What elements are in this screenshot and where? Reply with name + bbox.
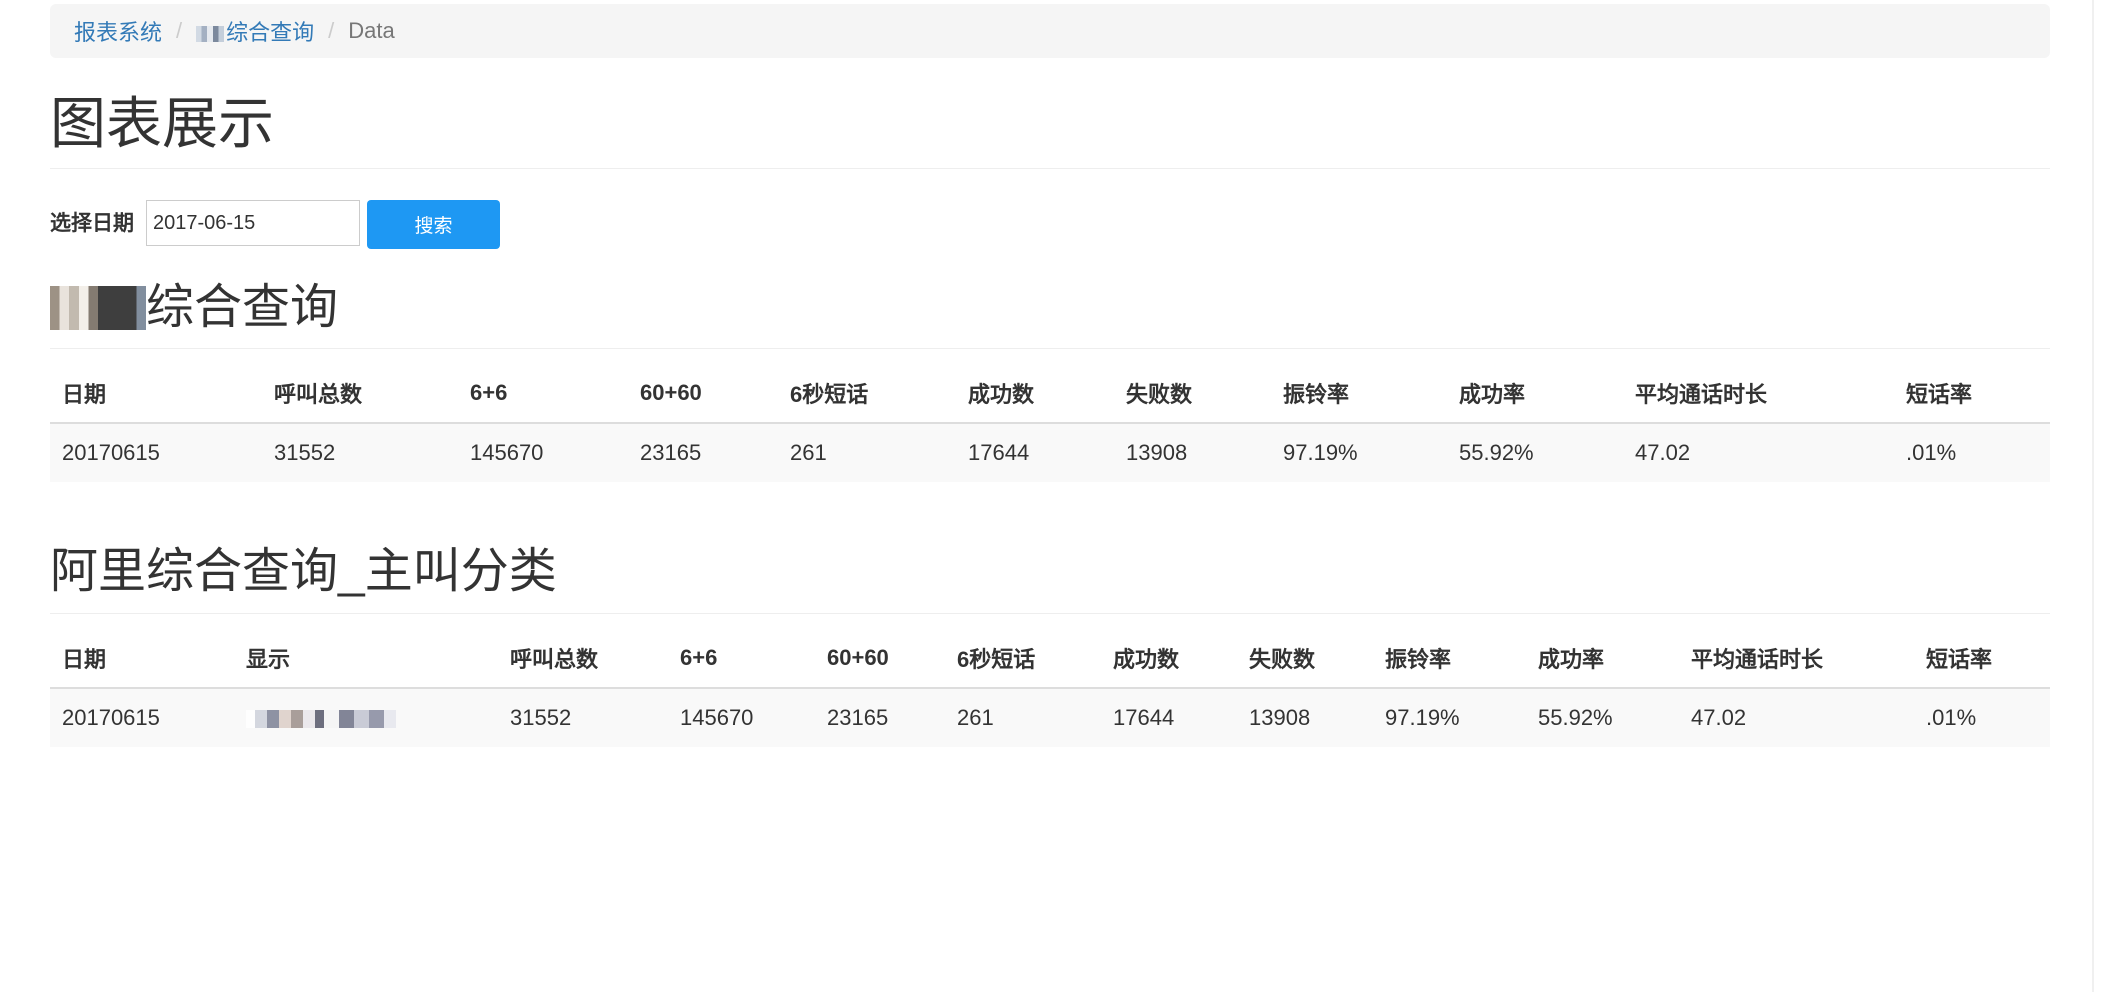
section-divider: [50, 613, 2050, 614]
column-header: 显示: [234, 629, 498, 689]
column-header: 6秒短话: [778, 364, 956, 424]
column-header: 成功率: [1447, 364, 1623, 424]
table-cell: 145670: [458, 423, 628, 482]
page-title: 图表展示: [50, 92, 274, 155]
column-header: 呼叫总数: [498, 629, 668, 689]
breadcrumb-current: Data: [348, 18, 395, 43]
column-header: 失败数: [1114, 364, 1271, 424]
table-cell: 261: [945, 688, 1101, 747]
search-button[interactable]: 搜索: [367, 200, 500, 249]
column-header: 短话率: [1914, 629, 2050, 689]
table-cell: 17644: [956, 423, 1114, 482]
table-cell: .01%: [1914, 688, 2050, 747]
breadcrumb-link-query[interactable]: 综合查询: [196, 15, 314, 47]
column-header: 6秒短话: [945, 629, 1101, 689]
table-row: 20170615 31552 145670 23165 261 17644 13…: [50, 423, 2050, 482]
table-cell: 13908: [1237, 688, 1373, 747]
table-cell: 145670: [668, 688, 815, 747]
breadcrumb-link-query-label: 综合查询: [226, 20, 315, 45]
breadcrumb-link-report-system[interactable]: 报表系统: [74, 15, 162, 47]
column-header: 振铃率: [1271, 364, 1447, 424]
table-cell: 31552: [262, 423, 458, 482]
breadcrumb: 报表系统 / 综合查询 / Data: [50, 4, 2050, 58]
table-header-row: 日期 显示 呼叫总数 6+6 60+60 6秒短话 成功数 失败数 振铃率 成功…: [50, 629, 2050, 689]
breadcrumb-separator: /: [328, 18, 335, 43]
title-divider: [50, 168, 2050, 169]
date-label: 选择日期: [50, 212, 134, 235]
table-cell: .01%: [1894, 423, 2050, 482]
table-cell: 20170615: [50, 423, 262, 482]
table-cell-redacted: [234, 688, 498, 747]
redacted-text: [196, 26, 225, 43]
column-header: 振铃率: [1373, 629, 1526, 689]
table-cell: 55.92%: [1447, 423, 1623, 482]
column-header: 平均通话时长: [1623, 364, 1894, 424]
table-cell: 23165: [815, 688, 945, 747]
window-edge: [2092, 0, 2094, 992]
column-header: 平均通话时长: [1679, 629, 1914, 689]
column-header: 短话率: [1894, 364, 2050, 424]
table-cell: 13908: [1114, 423, 1271, 482]
section-title-combined-query: 综合查询: [50, 276, 338, 340]
column-header: 6+6: [668, 629, 815, 689]
column-header: 失败数: [1237, 629, 1373, 689]
section-title-caller-category: 阿里综合查询_主叫分类: [50, 545, 557, 598]
section-title-text: 综合查询: [146, 281, 339, 334]
table-cell: 97.19%: [1373, 688, 1526, 747]
table-cell: 17644: [1101, 688, 1237, 747]
table-cell: 47.02: [1623, 423, 1894, 482]
column-header: 日期: [50, 629, 234, 689]
section-divider: [50, 348, 2050, 349]
table-cell: 20170615: [50, 688, 234, 747]
column-header: 呼叫总数: [262, 364, 458, 424]
table-cell: 261: [778, 423, 956, 482]
date-input[interactable]: [146, 200, 360, 246]
redacted-text: [246, 710, 396, 729]
column-header: 60+60: [628, 364, 778, 424]
column-header: 60+60: [815, 629, 945, 689]
table-cell: 31552: [498, 688, 668, 747]
table-row: 20170615 31552 145670 23165 261 17644 13…: [50, 688, 2050, 747]
column-header: 成功率: [1526, 629, 1679, 689]
column-header: 6+6: [458, 364, 628, 424]
table-cell: 55.92%: [1526, 688, 1679, 747]
table-cell: 97.19%: [1271, 423, 1447, 482]
caller-category-table: 日期 显示 呼叫总数 6+6 60+60 6秒短话 成功数 失败数 振铃率 成功…: [50, 629, 2050, 747]
column-header: 成功数: [956, 364, 1114, 424]
table-header-row: 日期 呼叫总数 6+6 60+60 6秒短话 成功数 失败数 振铃率 成功率 平…: [50, 364, 2050, 424]
column-header: 成功数: [1101, 629, 1237, 689]
column-header: 日期: [50, 364, 262, 424]
table-cell: 47.02: [1679, 688, 1914, 747]
combined-query-table: 日期 呼叫总数 6+6 60+60 6秒短话 成功数 失败数 振铃率 成功率 平…: [50, 364, 2050, 482]
breadcrumb-separator: /: [176, 18, 183, 43]
redacted-logo: [50, 286, 146, 330]
table-cell: 23165: [628, 423, 778, 482]
